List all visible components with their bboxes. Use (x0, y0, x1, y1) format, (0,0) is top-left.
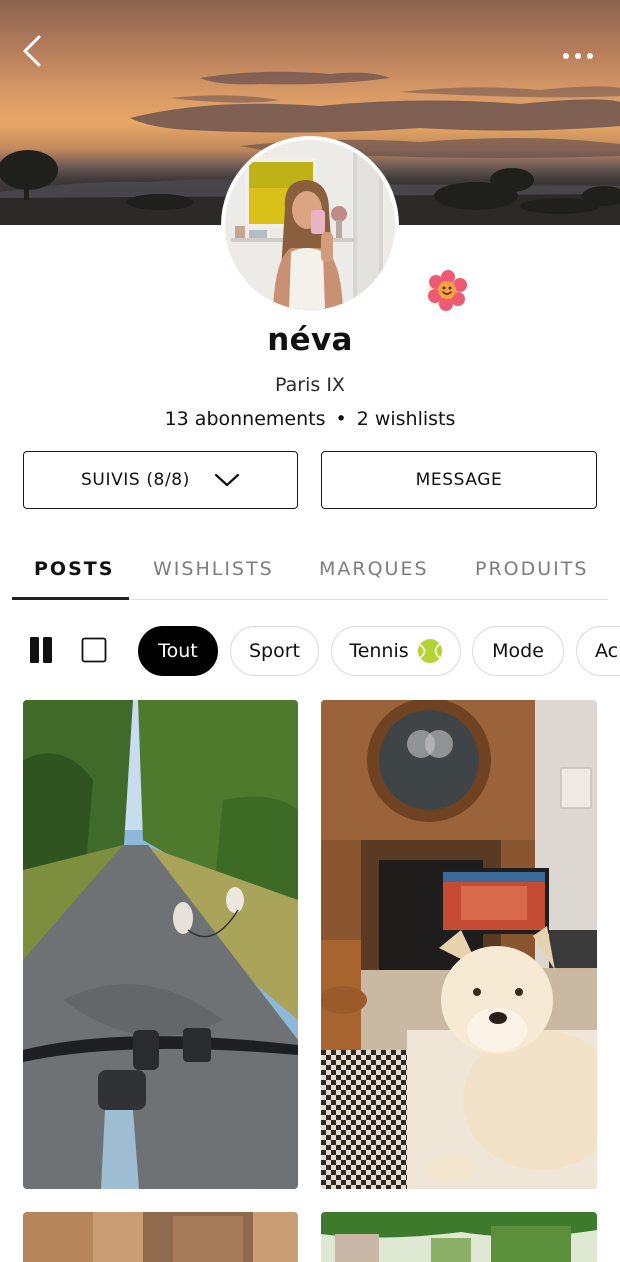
profile-stats: 13 abonnements • 2 wishlists (0, 408, 620, 430)
profile-location: Paris IX (275, 374, 345, 396)
filter-chip-mode[interactable]: Mode (472, 626, 564, 676)
filter-chip-accessoires[interactable]: Ac (576, 626, 620, 676)
following-count-link[interactable]: 13 abonnements (165, 408, 326, 430)
following-button-label: SUIVIS (8/8) (81, 470, 190, 490)
single-square-icon[interactable] (80, 636, 107, 664)
chevron-down-icon (214, 472, 240, 488)
back-button[interactable] (20, 34, 60, 74)
post-tile-dog-living-room[interactable] (321, 700, 597, 1189)
post-tile-garden[interactable] (321, 1212, 597, 1262)
tennis-ball-icon (417, 638, 443, 664)
more-options-button[interactable] (552, 38, 604, 74)
post-photo (321, 700, 597, 1189)
chevron-left-icon (23, 35, 41, 67)
tab-marques[interactable]: MARQUES (319, 558, 429, 580)
tab-posts[interactable]: POSTS (34, 558, 114, 580)
tab-produits[interactable]: PRODUITS (475, 558, 588, 580)
post-tile-interior[interactable] (23, 1212, 298, 1262)
smiling-flower-icon (422, 266, 470, 314)
avatar-photo (225, 140, 395, 310)
tab-wishlists[interactable]: WISHLISTS (153, 558, 274, 580)
filter-chip-tout[interactable]: Tout (138, 626, 218, 676)
active-tab-indicator (12, 597, 129, 600)
message-button-label: MESSAGE (415, 470, 503, 490)
profile-avatar[interactable] (221, 136, 399, 314)
following-button[interactable]: SUIVIS (8/8) (23, 451, 298, 509)
post-tile-bike-ride[interactable] (23, 700, 298, 1189)
post-photo (321, 1212, 597, 1262)
stats-separator: • (335, 408, 347, 430)
post-photo (23, 1212, 298, 1262)
filter-chip-tennis[interactable]: Tennis (331, 626, 461, 676)
post-photo (23, 700, 298, 1189)
wishlists-count-link[interactable]: 2 wishlists (357, 408, 456, 430)
profile-tabs: POSTS WISHLISTS MARQUES PRODUITS (12, 548, 608, 600)
filter-chip-sport[interactable]: Sport (230, 626, 319, 676)
profile-name: néva (267, 322, 353, 358)
filter-row: Tout Sport Tennis Mode Ac (0, 624, 620, 678)
two-column-grid-icon[interactable] (28, 636, 54, 664)
ellipsis-horizontal-icon (563, 53, 569, 59)
message-button[interactable]: MESSAGE (321, 451, 597, 509)
